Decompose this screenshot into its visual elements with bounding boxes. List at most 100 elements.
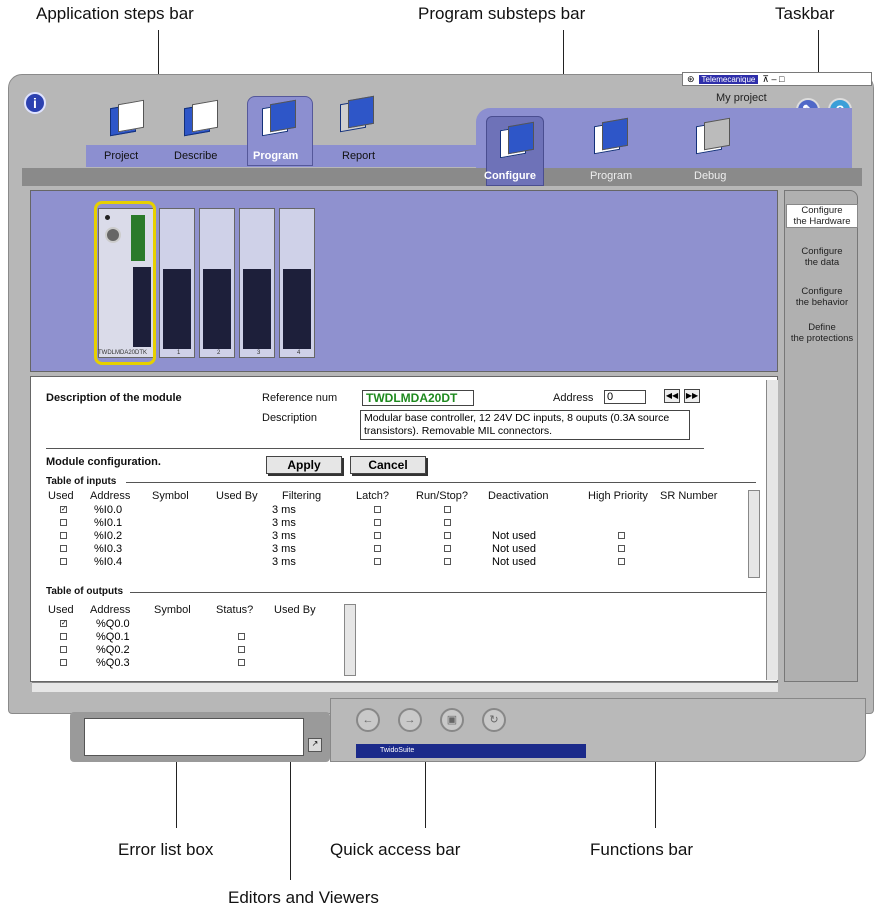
- back-icon[interactable]: ←: [356, 708, 380, 732]
- filtering-cell[interactable]: 3 ms: [272, 504, 344, 516]
- filtering-cell[interactable]: 3 ms: [272, 543, 344, 555]
- priority-checkbox[interactable]: [618, 532, 625, 539]
- apply-button[interactable]: Apply: [266, 456, 342, 474]
- report-icon[interactable]: [334, 95, 378, 134]
- symbol-cell[interactable]: [146, 644, 208, 656]
- project-icon[interactable]: [104, 99, 148, 138]
- symbol-cell[interactable]: [144, 517, 210, 529]
- symbol-cell[interactable]: [146, 631, 208, 643]
- deactivation-cell[interactable]: Not used: [492, 530, 566, 542]
- outputs-scrollbar[interactable]: [344, 604, 356, 676]
- inputs-scrollbar[interactable]: [748, 490, 760, 578]
- step-project[interactable]: Project: [104, 150, 138, 162]
- used-checkbox[interactable]: [60, 646, 67, 653]
- expansion-module-3[interactable]: [239, 208, 275, 358]
- col-run-stop: Run/Stop?: [416, 490, 468, 502]
- deactivation-cell[interactable]: Not used: [492, 556, 566, 568]
- task-define-protections[interactable]: Define the protections: [786, 322, 858, 344]
- run-stop-checkbox[interactable]: [444, 506, 451, 513]
- filtering-cell[interactable]: 3 ms: [272, 517, 344, 529]
- priority-checkbox[interactable]: [618, 545, 625, 552]
- used-checkbox[interactable]: [60, 558, 67, 565]
- status-checkbox[interactable]: [238, 633, 245, 640]
- callout-functions-bar: Functions bar: [590, 840, 693, 859]
- address-cell: %Q0.2: [96, 644, 130, 656]
- filtering-cell[interactable]: 3 ms: [272, 530, 344, 542]
- info-button[interactable]: i: [24, 92, 46, 114]
- callout-program-substeps-bar: Program substeps bar: [418, 4, 586, 23]
- symbol-cell[interactable]: [144, 504, 210, 516]
- symbol-cell[interactable]: [146, 657, 208, 669]
- project-name: My project: [716, 92, 767, 104]
- latch-checkbox[interactable]: [374, 519, 381, 526]
- substep-debug[interactable]: Debug: [694, 170, 726, 182]
- latch-checkbox[interactable]: [374, 532, 381, 539]
- outputs-title: Table of outputs: [46, 586, 124, 597]
- symbol-cell[interactable]: [144, 530, 210, 542]
- used-checkbox[interactable]: [60, 633, 67, 640]
- step-report[interactable]: Report: [342, 150, 375, 162]
- used-checkbox[interactable]: [60, 519, 67, 526]
- col-used-by: Used By: [216, 490, 258, 502]
- next-module-button[interactable]: ▶▶: [684, 389, 700, 403]
- save-icon[interactable]: ▣: [440, 708, 464, 732]
- forward-icon[interactable]: →: [398, 708, 422, 732]
- describe-icon[interactable]: [178, 99, 222, 138]
- run-stop-checkbox[interactable]: [444, 545, 451, 552]
- used-checkbox[interactable]: ✓: [60, 506, 67, 513]
- run-stop-checkbox[interactable]: [444, 519, 451, 526]
- col-used: Used: [48, 604, 74, 616]
- address-cell: %Q0.0: [96, 618, 130, 630]
- used-checkbox[interactable]: ✓: [60, 620, 67, 627]
- symbol-cell[interactable]: [146, 618, 208, 630]
- cancel-button[interactable]: Cancel: [350, 456, 426, 474]
- deactivation-cell[interactable]: Not used: [492, 543, 566, 555]
- debug-icon[interactable]: [690, 117, 734, 156]
- run-stop-checkbox[interactable]: [444, 558, 451, 565]
- task-configure-behavior[interactable]: Configure the behavior: [786, 286, 858, 308]
- latch-checkbox[interactable]: [374, 545, 381, 552]
- program-icon[interactable]: [256, 99, 300, 138]
- latch-checkbox[interactable]: [374, 506, 381, 513]
- substep-configure[interactable]: Configure: [484, 170, 536, 182]
- latch-checkbox[interactable]: [374, 558, 381, 565]
- expansion-module-4[interactable]: [279, 208, 315, 358]
- col-symbol: Symbol: [152, 490, 189, 502]
- editor-vertical-scrollbar[interactable]: [766, 380, 778, 680]
- step-program[interactable]: Program: [253, 150, 298, 162]
- symbol-cell[interactable]: [144, 556, 210, 568]
- task-configure-hardware[interactable]: Configure the Hardware: [786, 204, 858, 228]
- description-field[interactable]: Modular base controller, 12 24V DC input…: [360, 410, 690, 440]
- reference-field[interactable]: TWDLMDA20DT: [362, 390, 474, 406]
- address-field[interactable]: 0: [604, 390, 646, 404]
- callout-quick-access-bar: Quick access bar: [330, 840, 461, 859]
- window-controls[interactable]: ⊼ – □: [762, 74, 784, 85]
- module-label-1: 1: [177, 350, 181, 356]
- divider: [46, 448, 704, 449]
- run-stop-checkbox[interactable]: [444, 532, 451, 539]
- address-cell: %I0.0: [94, 504, 123, 516]
- used-checkbox[interactable]: [60, 545, 67, 552]
- used-checkbox[interactable]: [60, 659, 67, 666]
- callout-application-steps-bar: Application steps bar: [36, 4, 194, 23]
- expansion-module-2[interactable]: [199, 208, 235, 358]
- substep-program[interactable]: Program: [590, 170, 632, 182]
- address-cell: %I0.4: [94, 556, 123, 568]
- expand-error-list-button[interactable]: ↗: [308, 738, 322, 752]
- previous-module-button[interactable]: ◀◀: [664, 389, 680, 403]
- symbol-cell[interactable]: [144, 543, 210, 555]
- error-list-box[interactable]: [84, 718, 304, 756]
- editor-horizontal-scrollbar[interactable]: [32, 682, 778, 692]
- task-configure-data[interactable]: Configure the data: [786, 246, 858, 268]
- expansion-module-1[interactable]: [159, 208, 195, 358]
- step-describe[interactable]: Describe: [174, 150, 217, 162]
- priority-checkbox[interactable]: [618, 558, 625, 565]
- refresh-icon[interactable]: ↻: [482, 708, 506, 732]
- filtering-cell[interactable]: 3 ms: [272, 556, 344, 568]
- used-checkbox[interactable]: [60, 532, 67, 539]
- status-checkbox[interactable]: [238, 646, 245, 653]
- col-used: Used: [48, 490, 74, 502]
- ladder-icon[interactable]: [588, 117, 632, 156]
- status-checkbox[interactable]: [238, 659, 245, 666]
- configure-icon[interactable]: [494, 121, 538, 160]
